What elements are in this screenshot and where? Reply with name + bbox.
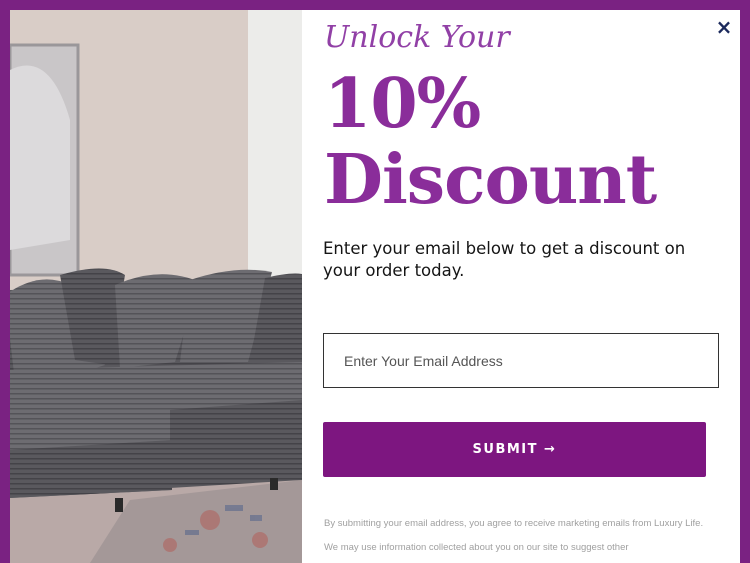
close-icon[interactable]: × bbox=[713, 16, 735, 38]
sofa-product-image bbox=[10, 10, 302, 563]
marketing-disclaimer: By submitting your email address, you ag… bbox=[324, 518, 704, 553]
popup-eyebrow: Unlock Your bbox=[324, 20, 510, 55]
popup-description: Enter your email below to get a discount… bbox=[323, 239, 686, 280]
headline-percentage: 10% bbox=[324, 64, 481, 144]
submit-button[interactable]: SUBMIT → bbox=[323, 422, 706, 477]
discount-popup: × Unlock Your 10% Discount Enter your em… bbox=[10, 10, 740, 563]
email-field[interactable] bbox=[323, 333, 719, 388]
popup-headline: 10% Discount bbox=[324, 64, 657, 220]
headline-discount: Discount bbox=[324, 140, 657, 220]
